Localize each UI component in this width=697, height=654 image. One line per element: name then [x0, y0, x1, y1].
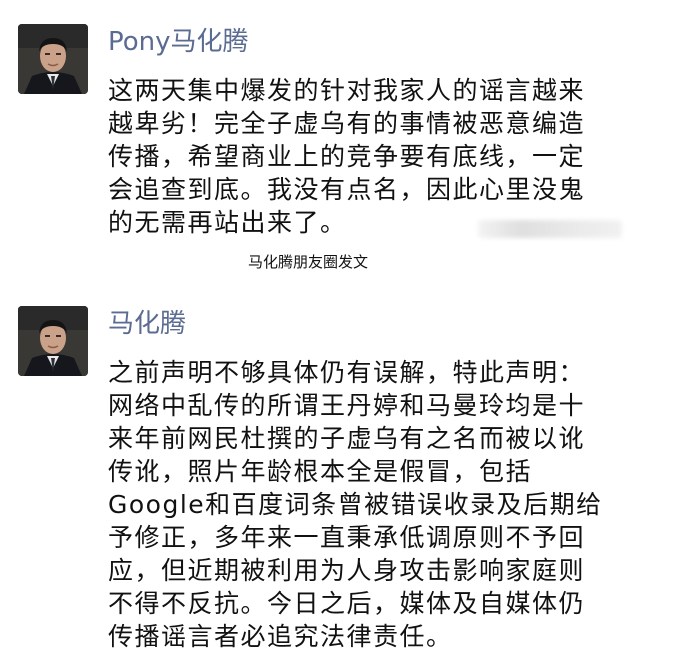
- author-name[interactable]: Pony马化腾: [108, 24, 249, 60]
- post-text-line: 不得不反抗。今日之后，媒体及自媒体仍: [108, 589, 586, 618]
- post-text-line: 之前声明不够具体仍有误解，特此声明：: [108, 358, 586, 387]
- post-text-line: 这两天集中爆发的针对我家人的谣言越来: [108, 76, 586, 105]
- post-text: 之前声明不够具体仍有误解，特此声明： 网络中乱传的所谓王丹婷和马曼玲均是十 来年…: [108, 356, 688, 653]
- author-name[interactable]: 马化腾: [108, 306, 186, 342]
- avatar[interactable]: [18, 24, 88, 94]
- avatar[interactable]: [18, 306, 88, 376]
- post-text-line: Google和百度词条曾被错误收录及后期给: [108, 490, 603, 519]
- post-text-line: 越卑劣！完全子虚乌有的事情被恶意编造: [108, 109, 586, 138]
- image-caption: 马化腾朋友圈发文: [248, 253, 369, 271]
- moment-post: 马化腾 之前声明不够具体仍有误解，特此声明： 网络中乱传的所谓王丹婷和马曼玲均是…: [0, 290, 697, 654]
- post-text: 这两天集中爆发的针对我家人的谣言越来 越卑劣！完全子虚乌有的事情被恶意编造 传播…: [108, 74, 688, 239]
- post-text-line: 传讹，照片年龄根本全是假冒，包括: [108, 457, 533, 486]
- post-text-line: 网络中乱传的所谓王丹婷和马曼玲均是十: [108, 391, 586, 420]
- post-text-line: 予修正，多年来一直秉承低调原则不予回: [108, 523, 586, 552]
- post-text-line: 会追查到底。我没有点名，因此心里没鬼: [108, 175, 586, 204]
- post-text-line: 来年前网民杜撰的子虚乌有之名而被以讹: [108, 424, 586, 453]
- moment-post: Pony马化腾 这两天集中爆发的针对我家人的谣言越来 越卑劣！完全子虚乌有的事情…: [0, 0, 697, 290]
- blurred-timestamp: [478, 220, 622, 238]
- post-text-line: 传播谣言者必追究法律责任。: [108, 622, 453, 651]
- post-text-line: 传播，希望商业上的竞争要有底线，一定: [108, 142, 586, 171]
- avatar-image: [18, 24, 88, 94]
- avatar-image: [18, 306, 88, 376]
- post-text-line: 应，但近期被利用为人身攻击影响家庭则: [108, 556, 586, 585]
